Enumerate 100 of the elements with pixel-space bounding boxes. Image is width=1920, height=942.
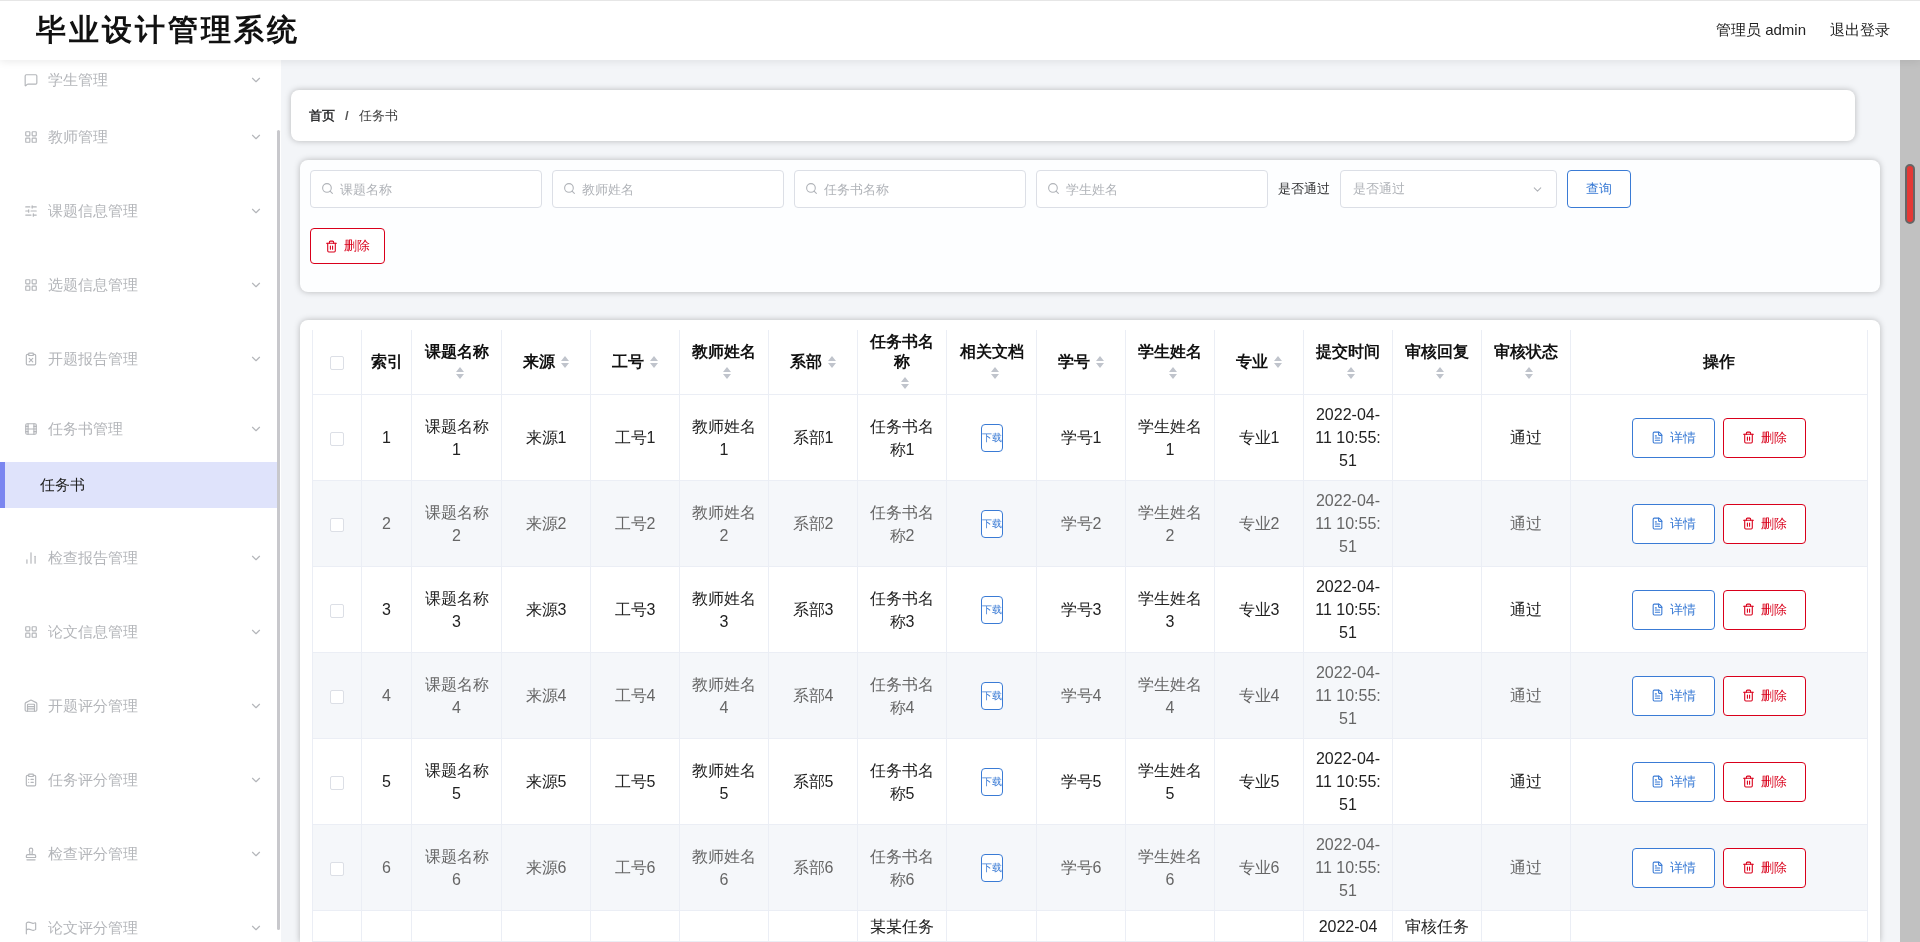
sidebar-scrollbar[interactable] xyxy=(277,130,280,930)
table-cell: 专业6 xyxy=(1238,859,1280,876)
sort-icon[interactable] xyxy=(828,356,836,369)
table-cell: 2022-04-11 10:55:51 xyxy=(1315,664,1381,727)
row-checkbox[interactable] xyxy=(330,689,344,704)
table-cell: 学号2 xyxy=(1060,515,1102,532)
table-cell: 学生姓名1 xyxy=(1138,417,1202,458)
table-cell: 系部1 xyxy=(792,429,834,446)
breadcrumb-separator: / xyxy=(345,108,349,123)
table-cell: 1 xyxy=(382,429,391,446)
table-cell: 来源3 xyxy=(525,601,567,618)
sort-icon[interactable] xyxy=(1347,367,1355,380)
search-icon xyxy=(563,182,576,195)
sort-icon[interactable] xyxy=(1436,367,1444,380)
search-field[interactable]: 学生姓名 xyxy=(1036,170,1268,208)
table-cell: 学生姓名5 xyxy=(1138,761,1202,802)
table-cell: 课题名称4 xyxy=(424,675,489,716)
detail-button[interactable]: 详情 xyxy=(1632,675,1715,716)
table-cell: 工号3 xyxy=(614,601,656,618)
delete-button[interactable]: 删除 xyxy=(1723,503,1806,544)
column-header: 审核回复 xyxy=(1405,342,1469,363)
sort-icon[interactable] xyxy=(1525,367,1533,380)
table-cell: 通过 xyxy=(1510,601,1542,618)
row-checkbox[interactable] xyxy=(330,431,344,446)
table-cell: 专业2 xyxy=(1238,515,1280,532)
table-cell: 课题名称1 xyxy=(424,417,489,458)
table-cell: 工号5 xyxy=(614,773,656,790)
document-icon xyxy=(1651,431,1664,444)
search-field[interactable]: 教师姓名 xyxy=(552,170,784,208)
table-cell: 系部4 xyxy=(792,687,834,704)
flag-icon xyxy=(24,921,38,935)
page-scrollbar[interactable] xyxy=(1905,164,1915,224)
detail-button[interactable]: 详情 xyxy=(1632,589,1715,630)
breadcrumb-item[interactable]: 首页 xyxy=(309,106,335,125)
logout-link[interactable]: 退出登录 xyxy=(1830,21,1890,40)
table-cell: 学生姓名4 xyxy=(1138,675,1202,716)
select-all-checkbox[interactable] xyxy=(330,355,344,370)
sort-icon[interactable] xyxy=(455,367,464,380)
row-checkbox[interactable] xyxy=(330,517,344,532)
warehouse-icon xyxy=(24,699,38,713)
search-field[interactable]: 任务书名称 xyxy=(794,170,1026,208)
table-cell: 3 xyxy=(382,601,391,618)
search-button[interactable]: 查询 xyxy=(1567,170,1631,208)
download-button[interactable]: 下载 xyxy=(980,509,1003,538)
table-cell: 任务书名称3 xyxy=(870,589,934,630)
column-header: 学号 xyxy=(1058,352,1090,373)
sort-icon[interactable] xyxy=(1169,367,1177,380)
table-cell: 学号6 xyxy=(1060,859,1102,876)
sort-icon[interactable] xyxy=(1274,356,1282,369)
table-cell: 2022-04 xyxy=(1318,918,1378,935)
delete-button[interactable]: 删除 xyxy=(1723,589,1806,630)
sort-icon[interactable] xyxy=(901,376,909,389)
sidebar-submenu-item[interactable]: 任务书 xyxy=(0,462,277,508)
filter-label: 是否通过 xyxy=(1278,180,1330,198)
table-cell: 课题名称5 xyxy=(424,761,489,802)
app-title: 毕业设计管理系统 xyxy=(36,11,300,49)
row-checkbox[interactable] xyxy=(330,861,344,876)
delete-button[interactable]: 删除 xyxy=(1723,847,1806,888)
table-cell: 专业5 xyxy=(1238,773,1280,790)
table-cell: 工号1 xyxy=(614,429,656,446)
row-checkbox[interactable] xyxy=(330,603,344,618)
delete-button[interactable]: 删除 xyxy=(1723,675,1806,716)
table-cell: 教师姓名3 xyxy=(692,589,756,630)
sliders-icon xyxy=(24,204,38,218)
table-cell: 专业1 xyxy=(1238,429,1280,446)
bulk-delete-button[interactable]: 删除 xyxy=(310,228,385,264)
download-button[interactable]: 下载 xyxy=(980,423,1003,452)
detail-button[interactable]: 详情 xyxy=(1632,761,1715,802)
sort-icon[interactable] xyxy=(1096,356,1104,369)
table-cell: 教师姓名2 xyxy=(692,503,756,544)
table-cell: 系部2 xyxy=(792,515,834,532)
detail-button[interactable]: 详情 xyxy=(1632,503,1715,544)
download-button[interactable]: 下载 xyxy=(980,853,1003,882)
download-button[interactable]: 下载 xyxy=(980,595,1003,624)
detail-button[interactable]: 详情 xyxy=(1632,847,1715,888)
table-cell: 通过 xyxy=(1510,687,1542,704)
search-field[interactable]: 课题名称 xyxy=(310,170,542,208)
sort-icon[interactable] xyxy=(990,367,999,380)
row-checkbox[interactable] xyxy=(330,775,344,790)
table-cell: 来源5 xyxy=(525,773,567,790)
detail-button[interactable]: 详情 xyxy=(1632,417,1715,458)
sort-icon[interactable] xyxy=(723,367,731,380)
search-icon xyxy=(805,182,818,195)
table-cell: 任务书名称6 xyxy=(870,847,934,888)
table-cell: 通过 xyxy=(1510,515,1542,532)
sort-icon[interactable] xyxy=(650,356,658,369)
column-header: 提交时间 xyxy=(1316,342,1380,363)
download-button[interactable]: 下载 xyxy=(980,681,1003,710)
column-header: 学生姓名 xyxy=(1138,342,1202,363)
delete-button[interactable]: 删除 xyxy=(1723,761,1806,802)
trash-icon xyxy=(1742,603,1755,616)
download-button[interactable]: 下载 xyxy=(980,767,1003,796)
table-cell: 通过 xyxy=(1510,429,1542,446)
table-cell: 教师姓名1 xyxy=(692,417,756,458)
search-icon xyxy=(1047,182,1060,195)
delete-button[interactable]: 删除 xyxy=(1723,417,1806,458)
column-header: 任务书名称 xyxy=(869,332,935,372)
document-icon xyxy=(1651,861,1664,874)
sort-icon[interactable] xyxy=(561,356,569,369)
stamp-icon xyxy=(24,847,38,861)
